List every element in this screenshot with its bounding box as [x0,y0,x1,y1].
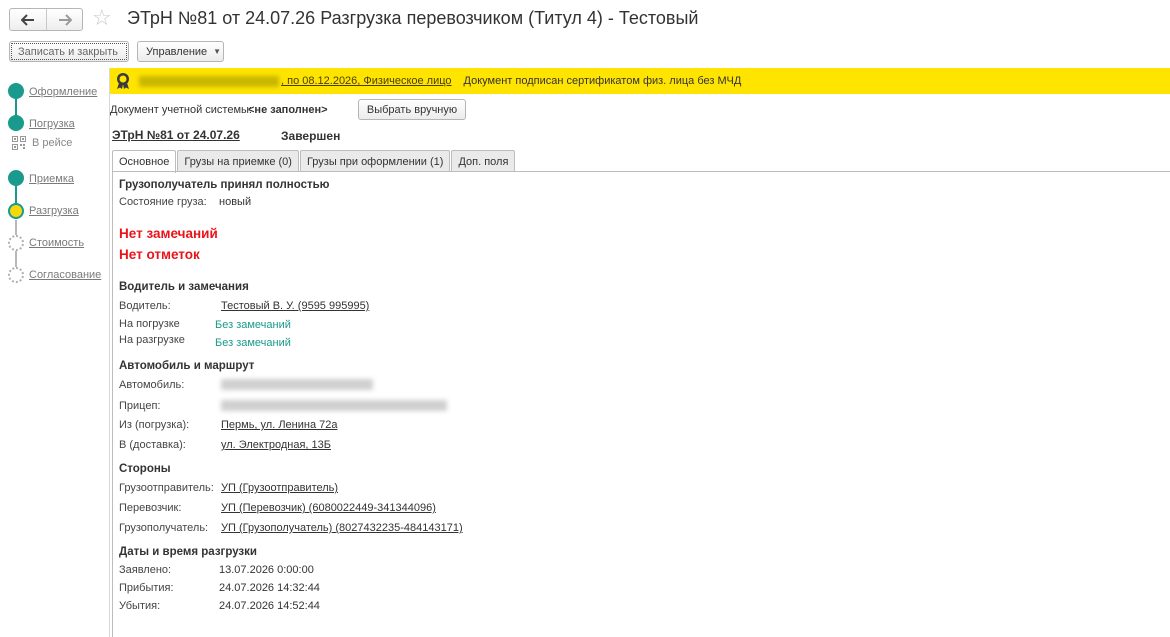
step-done-icon [8,115,24,131]
step-done-icon [8,83,24,99]
tab-extra-fields[interactable]: Доп. поля [451,150,516,172]
no-remarks-text: Нет замечаний [119,226,218,241]
forward-button[interactable] [46,9,82,30]
account-doc-value: <не заполнен> [248,104,328,116]
departure-label: Убытия: [119,600,161,612]
redacted-signer [139,75,279,87]
driver-section-heading: Водитель и замечания [119,281,249,293]
step-soglasovanie[interactable]: Согласование [29,269,101,281]
certificate-badge-icon [117,73,129,89]
parties-section-heading: Стороны [119,463,171,475]
departure-value: 24.07.2026 14:52:44 [219,600,320,612]
car-value-redacted[interactable] [221,379,373,393]
signature-banner: , по 08.12.2026, Физическое лицо Докумен… [110,68,1170,94]
carrier-link[interactable]: УП (Перевозчик) (6080022449-341344096) [221,502,436,514]
step-oformlenie[interactable]: Оформление [29,86,97,98]
tab-cargo-registration[interactable]: Грузы при оформлении (1) [299,150,451,172]
back-button[interactable] [10,9,46,30]
loading-label: На погрузке [119,318,180,330]
consignee-label: Грузополучатель: [119,522,209,534]
from-label: Из (погрузка): [119,419,190,431]
document-link[interactable]: ЭТрН №81 от 24.07.26 [112,128,240,142]
car-label: Автомобиль: [119,379,185,391]
arrival-label: Прибытия: [119,582,174,594]
no-marks-text: Нет отметок [119,247,200,262]
process-stepper: Оформление Погрузка В рейсе Приемка Разг… [0,80,108,637]
redacted-text [221,379,373,390]
tab-panel-border [112,171,113,637]
to-address-link[interactable]: ул. Электродная, 13Б [221,439,331,451]
cargo-state-value: новый [219,196,252,208]
accept-heading: Грузополучатель принял полностью [119,179,330,191]
redacted-text [221,400,447,411]
trailer-label: Прицеп: [119,400,161,412]
certificate-link[interactable]: , по 08.12.2026, Физическое лицо [139,75,452,87]
substep-in-transit: В рейсе [32,137,73,149]
cargo-state-label: Состояние груза: [119,196,207,208]
chevron-down-icon: ▼ [213,47,222,56]
manage-label: Управление [146,45,208,58]
tab-underline [112,171,1170,172]
document-status: Завершен [281,129,341,143]
consignee-link[interactable]: УП (Грузополучатель) (8027432235-4841431… [221,522,463,534]
window-header: ☆ ЭТрН №81 от 24.07.26 Разгрузка перевоз… [0,0,1170,40]
carrier-label: Перевозчик: [119,502,182,514]
step-pending-icon [8,235,24,251]
trailer-value-redacted[interactable] [221,400,447,414]
page-title: ЭТрН №81 от 24.07.26 Разгрузка перевозчи… [127,8,699,28]
step-priemka[interactable]: Приемка [29,173,74,185]
dates-section-heading: Даты и время разгрузки [119,546,257,558]
driver-label: Водитель: [119,300,171,312]
signature-note: Документ подписан сертификатом физ. лица… [463,75,742,87]
tab-bar: Основное Грузы на приемке (0) Грузы при … [112,150,516,173]
panel-divider [109,68,110,637]
driver-link[interactable]: Тестовый В. У. (9595 995995) [221,300,369,312]
favorite-star-icon[interactable]: ☆ [92,5,112,31]
arrival-value: 24.07.2026 14:32:44 [219,582,320,594]
declared-value: 13.07.2026 0:00:00 [219,564,314,576]
shipper-link[interactable]: УП (Грузоотправитель) [221,482,338,494]
select-manually-button[interactable]: Выбрать вручную [358,99,466,120]
step-stoimost[interactable]: Стоимость [29,237,84,249]
step-razgruzka[interactable]: Разгрузка [29,205,79,217]
step-pending-icon [8,267,24,283]
unloading-remarks-link[interactable]: Без замечаний [215,337,291,349]
arrow-right-icon [58,13,72,26]
from-address-link[interactable]: Пермь, ул. Ленина 72а [221,419,338,431]
tab-main[interactable]: Основное [112,150,177,173]
manage-menu-button[interactable]: Управление ▼ [137,41,224,62]
shipper-label: Грузоотправитель: [119,482,214,494]
arrow-left-icon [21,13,34,26]
account-doc-label: Документ учетной системы: [110,104,252,116]
loading-remarks-link[interactable]: Без замечаний [215,319,291,331]
step-pogruzka[interactable]: Погрузка [29,118,75,130]
tab-cargo-receiving[interactable]: Грузы на приемке (0) [177,150,299,172]
certificate-validity: , по 08.12.2026, Физическое лицо [281,75,452,87]
qr-code-icon [12,136,26,150]
to-label: В (доставка): [119,439,186,451]
unloading-label: На разгрузке [119,334,185,346]
declared-label: Заявлено: [119,564,172,576]
save-and-close-button[interactable]: Записать и закрыть [9,41,129,62]
nav-buttons [9,8,83,31]
vehicle-section-heading: Автомобиль и маршрут [119,360,255,372]
step-done-icon [8,170,24,186]
step-current-icon [8,203,24,219]
